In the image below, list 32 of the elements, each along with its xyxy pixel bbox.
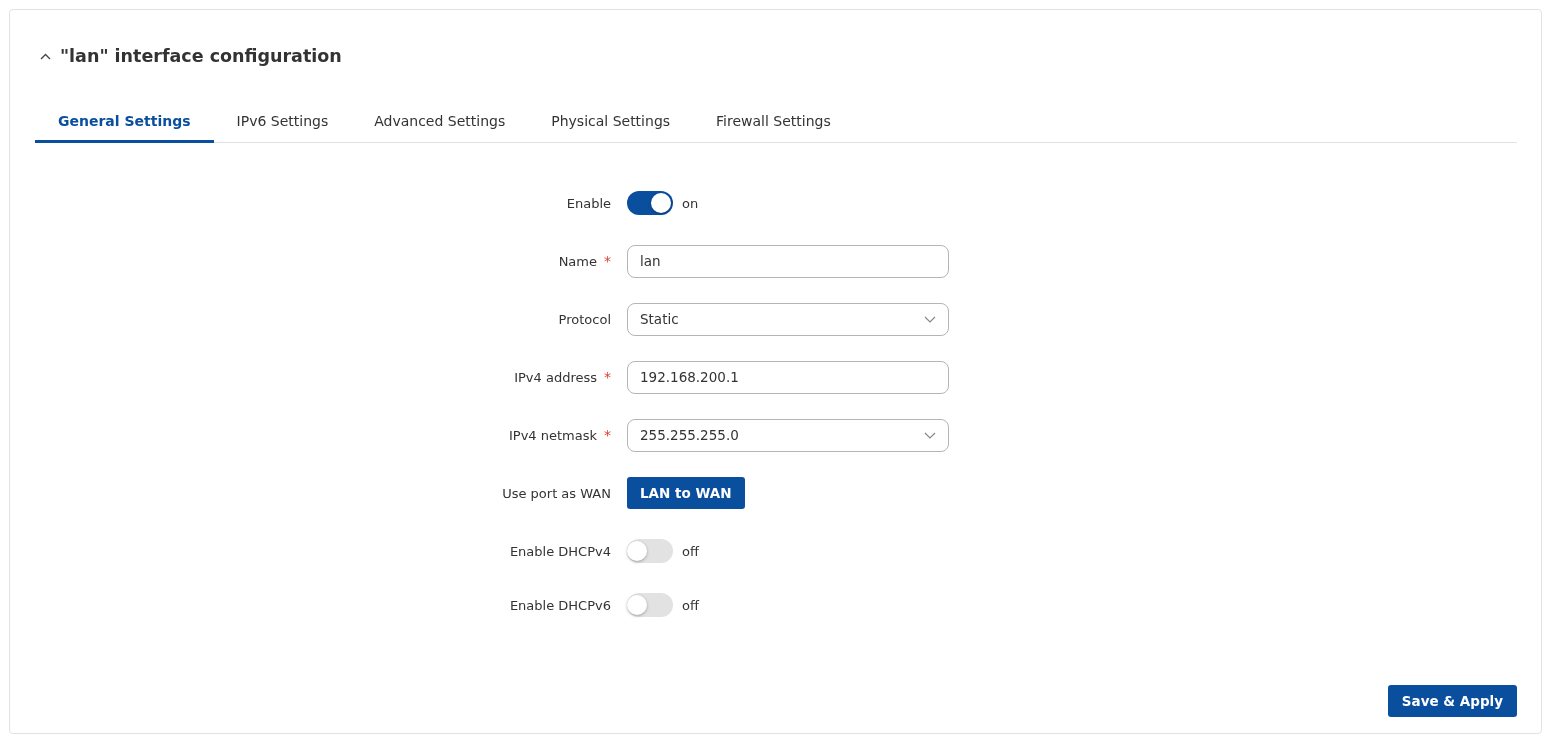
required-asterisk: * — [604, 427, 611, 443]
toggle-switch[interactable] — [627, 539, 673, 563]
tab[interactable]: Physical Settings — [528, 101, 694, 143]
text-input[interactable]: 192.168.200.1 — [627, 360, 949, 394]
toggle-switch[interactable] — [627, 191, 673, 215]
required-asterisk: * — [604, 253, 611, 269]
tab[interactable]: Firewall Settings — [693, 101, 854, 143]
chevron-down-icon — [924, 315, 936, 323]
required-asterisk: * — [604, 369, 611, 385]
field-label: Enable DHCPv4 — [509, 543, 611, 559]
tab[interactable]: General Settings — [35, 101, 214, 143]
field-label: IPv4 netmask — [508, 427, 597, 443]
select-dropdown[interactable]: Static — [627, 302, 949, 336]
field-label: Enable DHCPv6 — [509, 597, 611, 613]
tab[interactable]: IPv6 Settings — [213, 101, 352, 143]
field-label: IPv4 address — [514, 369, 597, 385]
save-apply-button[interactable]: Save & Apply — [1387, 685, 1517, 717]
tab[interactable]: Advanced Settings — [351, 101, 529, 143]
chevron-up-icon[interactable] — [40, 52, 51, 60]
panel-title: "lan" interface configuration — [60, 46, 342, 66]
toggle-switch[interactable] — [627, 593, 673, 617]
chevron-down-icon — [924, 431, 936, 439]
lan-to-wan-button[interactable]: LAN to WAN — [627, 477, 745, 509]
select-dropdown[interactable]: 255.255.255.0 — [627, 418, 949, 452]
toggle-state-label: off — [682, 543, 699, 559]
field-label: Name — [558, 253, 597, 269]
toggle-state-label: on — [682, 195, 699, 211]
field-label: Enable — [566, 195, 611, 211]
text-input[interactable]: lan — [627, 244, 949, 278]
toggle-state-label: off — [682, 597, 699, 613]
field-label: Protocol — [558, 311, 611, 327]
field-label: Use port as WAN — [502, 485, 611, 501]
